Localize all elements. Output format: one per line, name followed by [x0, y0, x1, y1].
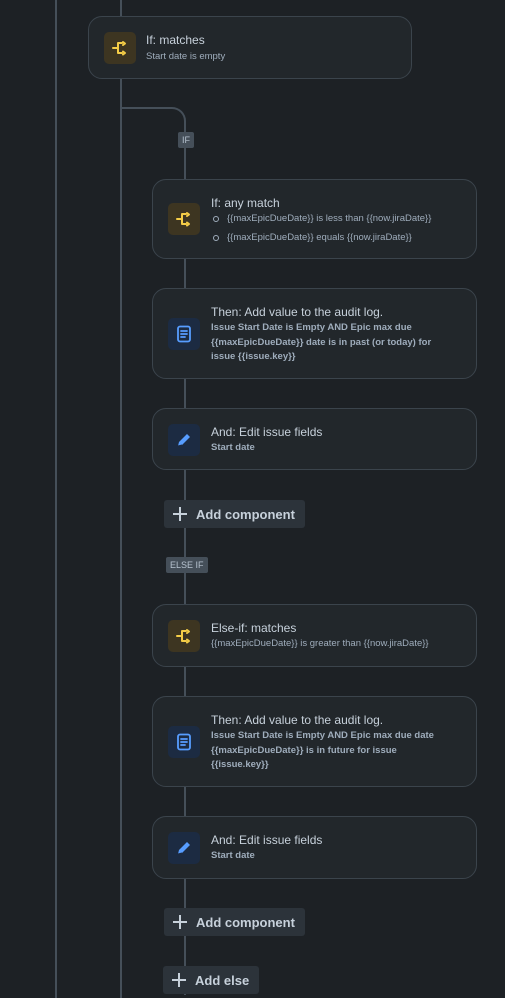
- audit-message-line: {{maxEpicDueDate}} is in future for issu…: [211, 744, 397, 756]
- outer-connector: [55, 0, 57, 998]
- card-subtitle: {{maxEpicDueDate}} is greater than {{now…: [211, 638, 429, 649]
- plus-icon: [172, 973, 186, 987]
- edit-issue-fields-card[interactable]: And: Edit issue fields Start date: [152, 408, 477, 470]
- main-connector-top: [120, 0, 122, 16]
- card-title: If: matches: [146, 33, 205, 47]
- card-subtitle: Start date: [211, 850, 255, 861]
- condition-item: {{maxEpicDueDate}} is less than {{now.ji…: [211, 213, 431, 232]
- card-title: And: Edit issue fields: [211, 425, 323, 439]
- edit-issue-fields-card[interactable]: And: Edit issue fields Start date: [152, 816, 477, 879]
- main-connector: [120, 78, 122, 998]
- plus-icon: [173, 915, 187, 929]
- branch-elbow: [160, 107, 186, 129]
- audit-message: Issue Start Date is Empty AND Epic max d…: [211, 729, 471, 773]
- audit-message-line: Issue Start Date is Empty AND Epic max d…: [211, 322, 412, 333]
- else-if-matches-card[interactable]: Else-if: matches {{maxEpicDueDate}} is g…: [152, 604, 477, 667]
- branch-icon: [168, 620, 200, 652]
- add-component-button[interactable]: Add component: [164, 908, 305, 936]
- branch-icon: [168, 203, 200, 235]
- if-matches-card[interactable]: If: matches Start date is empty: [88, 16, 412, 79]
- if-tag: IF: [178, 132, 194, 148]
- card-title: If: any match: [211, 196, 280, 210]
- add-else-button[interactable]: Add else: [163, 966, 260, 994]
- document-icon: [168, 726, 200, 758]
- pencil-icon: [168, 424, 200, 456]
- card-subtitle: Start date: [211, 442, 255, 453]
- card-subtitle: Start date is empty: [146, 51, 226, 62]
- audit-message-line: issue {{issue.key}}: [211, 351, 296, 362]
- condition-list: {{maxEpicDueDate}} is less than {{now.ji…: [211, 213, 431, 251]
- card-title: And: Edit issue fields: [211, 833, 323, 847]
- audit-log-card[interactable]: Then: Add value to the audit log. Issue …: [152, 288, 477, 379]
- condition-item: {{maxEpicDueDate}} equals {{now.jiraDate…: [211, 232, 431, 251]
- if-any-match-card[interactable]: If: any match {{maxEpicDueDate}} is less…: [152, 179, 477, 259]
- audit-message: Issue Start Date is Empty AND Epic max d…: [211, 321, 471, 365]
- button-label: Add component: [196, 506, 295, 522]
- button-label: Add else: [195, 972, 250, 988]
- audit-message-line: {{maxEpicDueDate}} date is in past (or t…: [211, 336, 432, 348]
- button-label: Add component: [196, 914, 295, 930]
- document-icon: [168, 318, 200, 350]
- card-title: Else-if: matches: [211, 621, 297, 635]
- rule-canvas: If: matches Start date is empty IF If: a…: [0, 0, 505, 998]
- plus-icon: [173, 507, 187, 521]
- card-title: Then: Add value to the audit log.: [211, 305, 384, 319]
- audit-log-card[interactable]: Then: Add value to the audit log. Issue …: [152, 696, 477, 787]
- else-if-tag: ELSE IF: [166, 557, 208, 573]
- audit-message-line: Issue Start Date is Empty AND Epic max d…: [211, 730, 434, 741]
- audit-message-line: {{issue.key}}: [211, 759, 269, 770]
- pencil-icon: [168, 832, 200, 864]
- card-title: Then: Add value to the audit log.: [211, 713, 384, 727]
- add-component-button[interactable]: Add component: [164, 500, 305, 528]
- branch-icon: [104, 32, 136, 64]
